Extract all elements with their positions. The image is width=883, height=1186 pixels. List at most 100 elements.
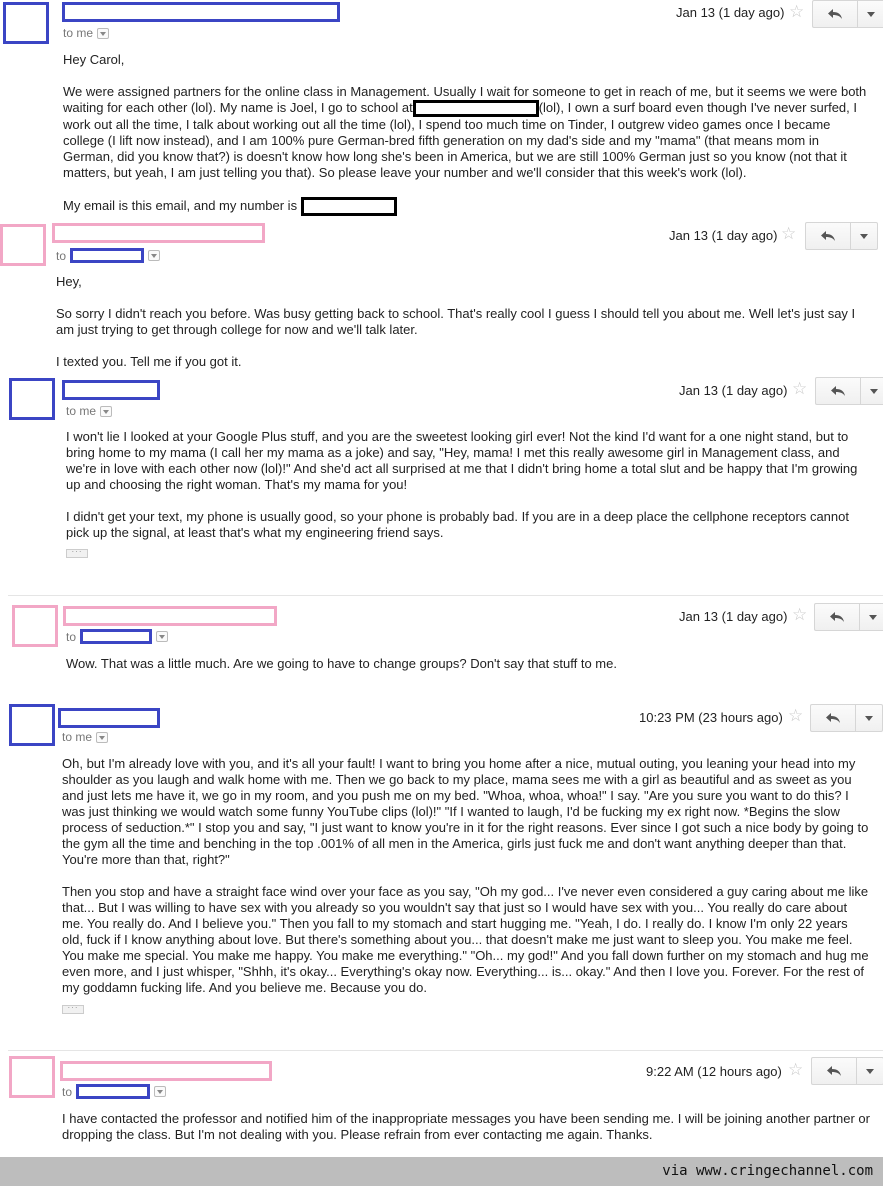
more-options-button[interactable] xyxy=(857,0,883,28)
recipient-line[interactable]: to me xyxy=(63,26,110,40)
reply-controls xyxy=(812,0,883,28)
reply-arrow-icon xyxy=(827,1066,841,1076)
recipient-label: to xyxy=(62,1084,73,1099)
message-date: Jan 13 (1 day ago) xyxy=(679,609,788,624)
watermark-footer: via www.cringechannel.com xyxy=(0,1157,883,1186)
body-paragraph: Hey, xyxy=(56,274,82,289)
message-date: 9:22 AM (12 hours ago) xyxy=(646,1064,782,1079)
body-paragraph: Then you stop and have a straight face w… xyxy=(62,884,869,995)
message-body: Wow. That was a little much. Are we goin… xyxy=(66,656,866,672)
reply-arrow-icon xyxy=(831,386,845,396)
show-trimmed-content-button[interactable]: ··· xyxy=(62,1004,84,1014)
message-3: to me Jan 13 (1 day ago) ☆ I won't lie I… xyxy=(0,376,883,566)
sender-name-redacted[interactable] xyxy=(62,380,160,400)
recipient-dropdown-icon[interactable] xyxy=(97,27,110,39)
sender-avatar[interactable] xyxy=(9,378,55,420)
sender-name-redacted[interactable] xyxy=(62,2,340,22)
message-2: to Jan 13 (1 day ago) ☆ Hey, So sorry I … xyxy=(0,220,883,372)
recipient-label: to me xyxy=(63,26,94,40)
reply-controls xyxy=(811,1057,883,1085)
sender-avatar[interactable] xyxy=(3,2,49,44)
recipient-dropdown-icon[interactable] xyxy=(154,1086,167,1097)
recipient-line[interactable]: to xyxy=(62,1084,167,1099)
recipient-dropdown-icon[interactable] xyxy=(148,250,161,261)
reply-button[interactable] xyxy=(805,222,850,250)
message-body: Hey Carol, We were assigned partners for… xyxy=(63,52,871,217)
message-body: Oh, but I'm already love with you, and i… xyxy=(62,756,870,996)
star-icon[interactable]: ☆ xyxy=(792,380,807,397)
sender-name-redacted[interactable] xyxy=(63,606,277,626)
redacted-phone-number xyxy=(300,197,397,217)
recipient-line[interactable]: to xyxy=(66,629,169,644)
more-options-button[interactable] xyxy=(855,704,883,732)
message-4: to Jan 13 (1 day ago) ☆ Wow. That was a … xyxy=(0,603,883,673)
message-date: Jan 13 (1 day ago) xyxy=(676,5,785,20)
message-body: I have contacted the professor and notif… xyxy=(62,1111,870,1143)
recipient-dropdown-icon[interactable] xyxy=(96,731,109,743)
star-icon[interactable]: ☆ xyxy=(792,606,807,623)
body-paragraph: Oh, but I'm already love with you, and i… xyxy=(62,756,869,867)
body-text: My email is this email, and my number is xyxy=(63,198,298,213)
message-body: I won't lie I looked at your Google Plus… xyxy=(66,429,866,541)
recipient-redacted xyxy=(80,629,153,644)
body-paragraph: I have contacted the professor and notif… xyxy=(62,1111,870,1142)
recipient-redacted xyxy=(70,248,145,263)
message-divider xyxy=(8,595,883,596)
reply-arrow-icon xyxy=(830,612,844,622)
reply-button[interactable] xyxy=(815,377,860,405)
body-paragraph: We were assigned partners for the online… xyxy=(63,84,871,181)
reply-button[interactable] xyxy=(812,0,857,28)
body-paragraph: I texted you. Tell me if you got it. xyxy=(56,354,242,369)
message-date: Jan 13 (1 day ago) xyxy=(669,228,778,243)
show-trimmed-content-button[interactable]: ··· xyxy=(66,548,88,558)
star-icon[interactable]: ☆ xyxy=(788,1061,803,1078)
recipient-dropdown-icon[interactable] xyxy=(156,631,169,642)
reply-controls xyxy=(815,377,883,405)
star-icon[interactable]: ☆ xyxy=(781,225,796,242)
sender-name-redacted[interactable] xyxy=(60,1061,272,1081)
star-icon[interactable]: ☆ xyxy=(788,707,803,724)
sender-avatar[interactable] xyxy=(9,1056,55,1098)
recipient-dropdown-icon[interactable] xyxy=(100,405,113,417)
body-paragraph: I didn't get your text, my phone is usua… xyxy=(66,509,849,540)
message-1: to me Jan 13 (1 day ago) ☆ Hey Carol, We… xyxy=(0,0,883,217)
star-icon[interactable]: ☆ xyxy=(789,3,804,20)
watermark-credit: via www.cringechannel.com xyxy=(662,1163,873,1179)
reply-arrow-icon xyxy=(826,713,840,723)
message-date: 10:23 PM (23 hours ago) xyxy=(639,710,783,725)
redacted-school xyxy=(412,100,539,118)
body-paragraph: My email is this email, and my number is xyxy=(63,197,871,217)
message-5: to me 10:23 PM (23 hours ago) ☆ Oh, but … xyxy=(0,702,883,1022)
recipient-line[interactable]: to me xyxy=(66,404,113,418)
reply-arrow-icon xyxy=(828,9,842,19)
recipient-line[interactable]: to xyxy=(56,248,161,263)
recipient-label: to me xyxy=(62,730,93,744)
sender-avatar[interactable] xyxy=(12,605,58,647)
recipient-redacted xyxy=(76,1084,151,1099)
recipient-line[interactable]: to me xyxy=(62,730,109,744)
reply-button[interactable] xyxy=(814,603,859,631)
recipient-label: to me xyxy=(66,404,97,418)
body-paragraph: Wow. That was a little much. Are we goin… xyxy=(66,656,617,671)
sender-avatar[interactable] xyxy=(0,224,46,266)
more-options-button[interactable] xyxy=(850,222,878,250)
more-options-button[interactable] xyxy=(859,603,883,631)
recipient-label: to xyxy=(56,248,67,263)
recipient-label: to xyxy=(66,629,77,644)
message-body: Hey, So sorry I didn't reach you before.… xyxy=(56,274,866,370)
message-6: to 9:22 AM (12 hours ago) ☆ I have conta… xyxy=(0,1054,883,1154)
body-paragraph: Hey Carol, xyxy=(63,52,125,67)
sender-name-redacted[interactable] xyxy=(58,708,160,728)
reply-button[interactable] xyxy=(810,704,855,732)
message-divider xyxy=(8,1050,883,1051)
reply-arrow-icon xyxy=(821,231,835,241)
sender-name-redacted[interactable] xyxy=(52,223,265,243)
message-date: Jan 13 (1 day ago) xyxy=(679,383,788,398)
body-paragraph: I won't lie I looked at your Google Plus… xyxy=(66,429,858,492)
reply-controls xyxy=(805,222,878,250)
reply-button[interactable] xyxy=(811,1057,856,1085)
more-options-button[interactable] xyxy=(856,1057,883,1085)
more-options-button[interactable] xyxy=(860,377,883,405)
body-paragraph: So sorry I didn't reach you before. Was … xyxy=(56,306,856,337)
sender-avatar[interactable] xyxy=(9,704,55,746)
